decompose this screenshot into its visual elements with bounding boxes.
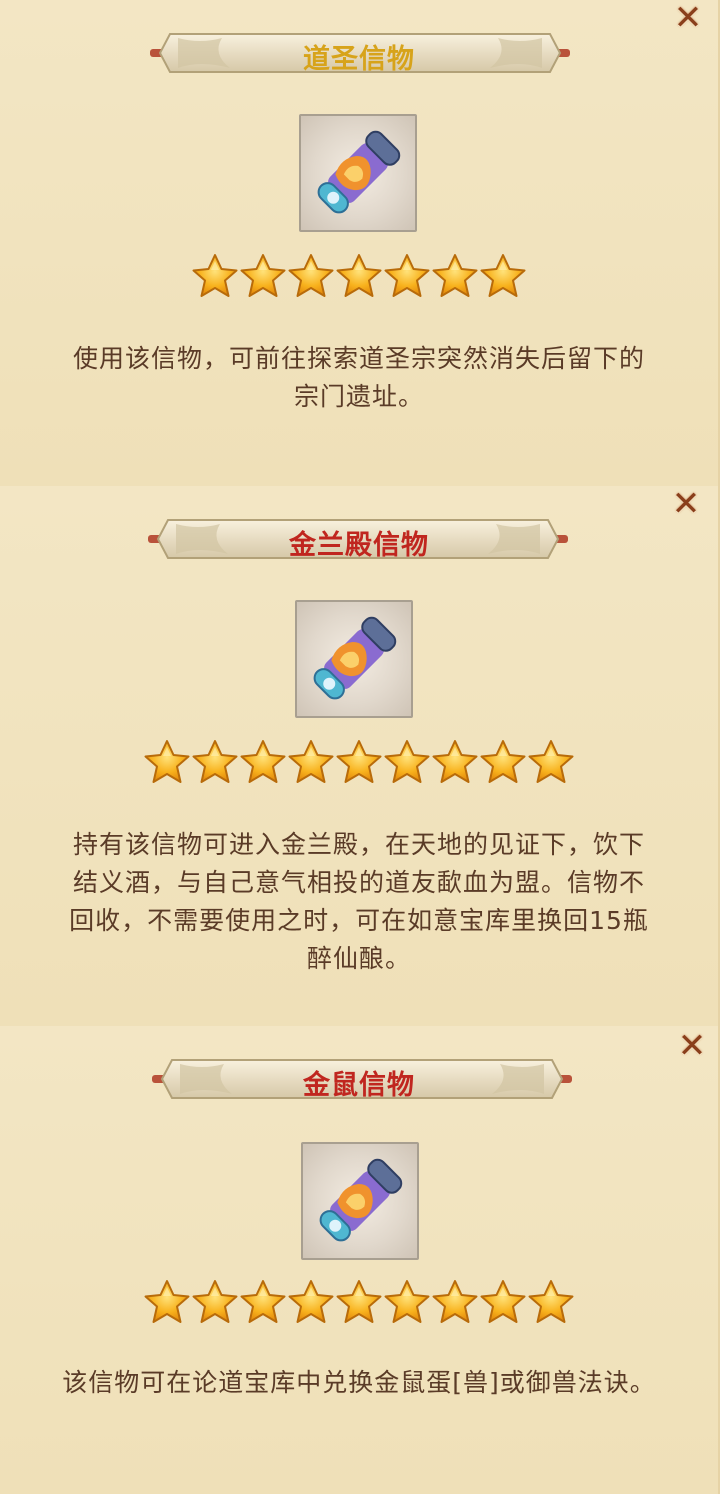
star-icon — [240, 1280, 286, 1323]
star-icon — [240, 254, 286, 297]
item-tooltip-card-1: ✕ 道圣信物 使用该信物，可前往探索道圣宗突然消失后留下的 宗门遗址。 — [0, 0, 720, 486]
star-icon — [336, 740, 382, 783]
star-icon — [192, 1280, 238, 1323]
star-rating — [0, 1278, 718, 1330]
star-icon — [384, 1280, 430, 1323]
scroll-token-icon — [319, 1158, 403, 1242]
star-icon — [528, 740, 574, 783]
star-icon — [336, 1280, 382, 1323]
description-line: 该信物可在论道宝库中兑换金鼠蛋[兽]或御兽法诀。 — [62, 1368, 656, 1397]
star-icon — [432, 740, 478, 783]
card-title: 金兰殿信物 — [289, 530, 429, 561]
card-title: 道圣信物 — [303, 44, 415, 75]
star-icon — [384, 254, 430, 297]
star-icon — [432, 254, 478, 297]
card-title: 金鼠信物 — [303, 1070, 415, 1101]
scroll-token-icon — [313, 616, 397, 700]
description-line: 使用该信物，可前往探索道圣宗突然消失后留下的 — [72, 344, 645, 373]
star-icon — [192, 254, 238, 297]
item-description: 持有该信物可进入金兰殿，在天地的见证下，饮下 结义酒，与自己意气相投的道友歃血为… — [26, 826, 692, 978]
item-tooltip-card-3: ✕ 金鼠信物 该信物可在论道宝库中兑换金鼠蛋[兽]或御兽法诀。 — [0, 1026, 720, 1494]
star-rating — [0, 252, 718, 304]
star-icon — [192, 740, 238, 783]
item-description: 该信物可在论道宝库中兑换金鼠蛋[兽]或御兽法诀。 — [10, 1364, 708, 1402]
item-tooltip-card-2: ✕ 金兰殿信物 持有该信物可进入金兰殿，在天地的见证下，饮下 结义酒，与自己意气… — [0, 486, 720, 1026]
scroll-token-icon — [317, 130, 401, 214]
star-icon — [288, 254, 334, 297]
item-icon-frame[interactable] — [295, 600, 413, 718]
description-line: 持有该信物可进入金兰殿，在天地的见证下，饮下 — [72, 830, 645, 859]
star-icon — [480, 254, 526, 297]
item-description: 使用该信物，可前往探索道圣宗突然消失后留下的 宗门遗址。 — [26, 340, 692, 416]
star-rating — [0, 738, 718, 790]
star-icon — [480, 740, 526, 783]
item-icon-frame[interactable] — [299, 114, 417, 232]
description-line: 结义酒，与自己意气相投的道友歃血为盟。信物不 — [72, 868, 645, 897]
title-banner: 金鼠信物 — [0, 1056, 718, 1102]
star-icon — [528, 1280, 574, 1323]
description-line: 回收，不需要使用之时，可在如意宝库里换回15瓶 — [69, 906, 649, 935]
star-icon — [432, 1280, 478, 1323]
star-icon — [144, 740, 190, 783]
star-icon — [288, 740, 334, 783]
title-banner: 金兰殿信物 — [0, 516, 718, 562]
item-icon-frame[interactable] — [301, 1142, 419, 1260]
star-icon — [480, 1280, 526, 1323]
star-icon — [384, 740, 430, 783]
star-icon — [144, 1280, 190, 1323]
star-icon — [288, 1280, 334, 1323]
title-banner: 道圣信物 — [0, 30, 718, 76]
star-icon — [240, 740, 286, 783]
description-line: 宗门遗址。 — [293, 382, 424, 411]
star-icon — [336, 254, 382, 297]
description-line: 醉仙酿。 — [306, 944, 411, 973]
